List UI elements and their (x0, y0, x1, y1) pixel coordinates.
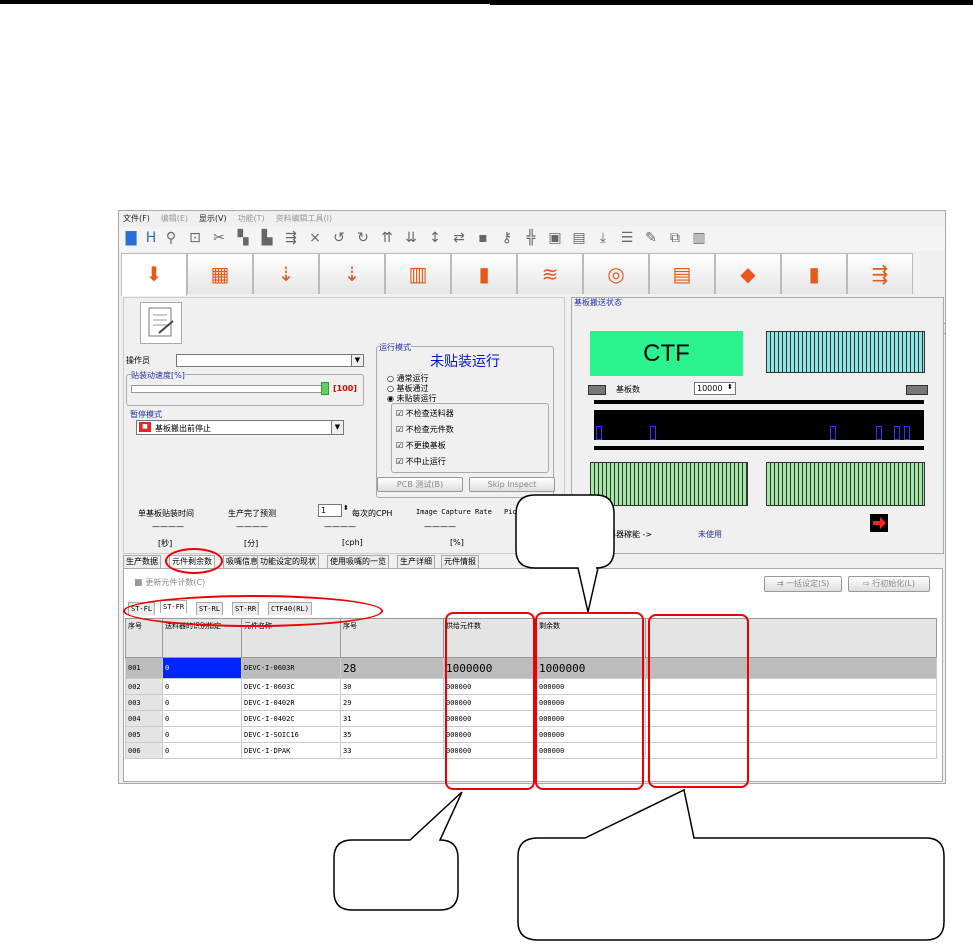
callout-bottom-left (333, 791, 463, 911)
callout-layer (333, 494, 945, 941)
callout-top (515, 494, 615, 613)
callout-bottom-right (517, 788, 945, 941)
